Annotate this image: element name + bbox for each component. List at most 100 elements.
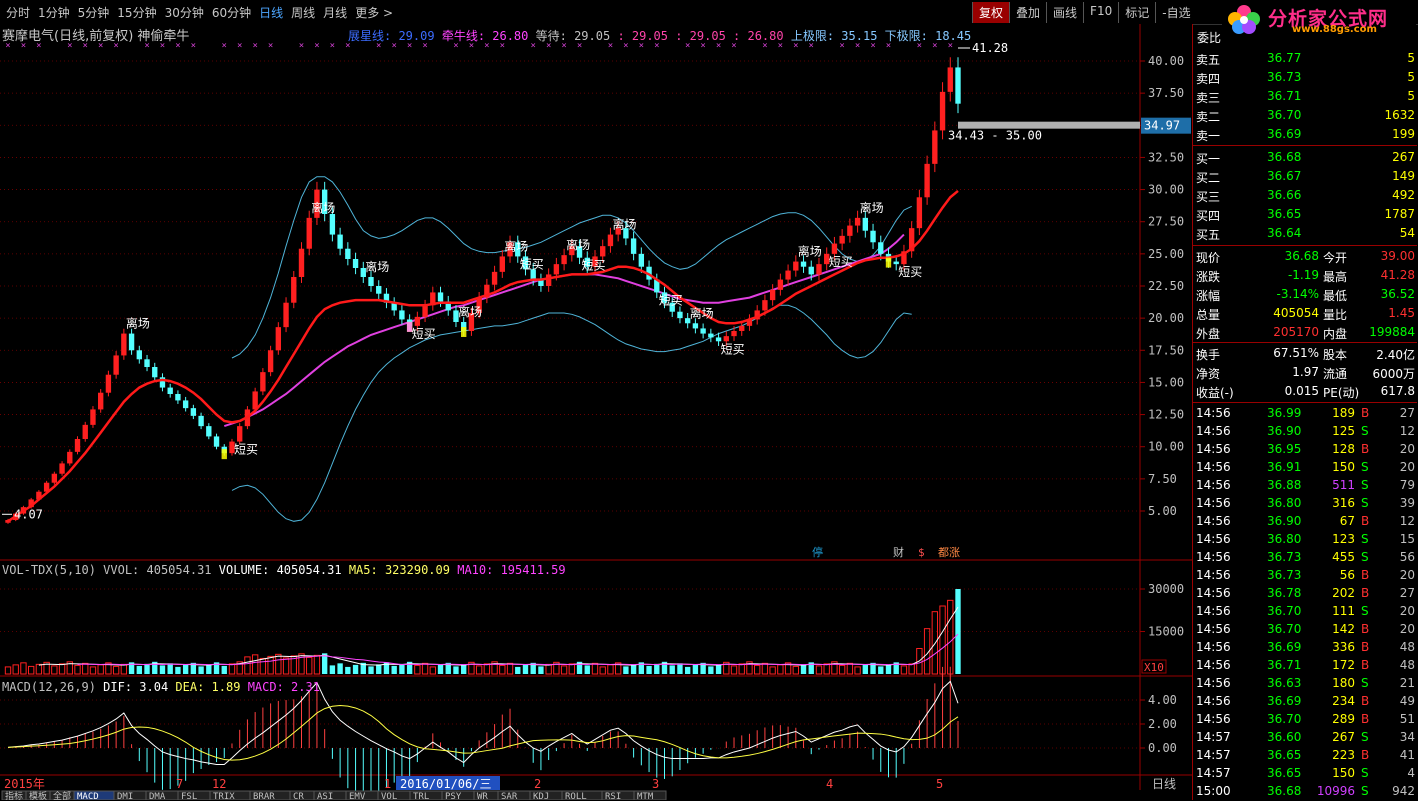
candle-body [267, 350, 274, 373]
price-tick-label: 7.50 [1148, 472, 1177, 486]
tool-5[interactable]: -自选 [1155, 2, 1196, 23]
quote-header: 委比 [1197, 31, 1222, 45]
fund-label-2: 流通 [1323, 367, 1348, 381]
tab-5[interactable]: 60分钟 [208, 4, 255, 21]
bottom-tab-18[interactable]: ROLL [565, 792, 587, 800]
annotation-7: 短买 [520, 257, 544, 271]
bottom-tab-13[interactable]: TRL [413, 792, 429, 800]
top-marker: × [299, 41, 304, 51]
top-marker: × [237, 41, 242, 51]
tool-1[interactable]: 叠加 [1009, 2, 1046, 23]
volume-header: VOL-TDX(5,10) VVOL: 405054.31 VOLUME: 40… [2, 563, 566, 577]
candle-body [600, 246, 606, 257]
tick-price: 36.71 [1267, 658, 1302, 672]
tick-row-6: 14:56 36.90 67 B 12 [1193, 513, 1417, 531]
fund-value-2: 6000万 [1372, 367, 1415, 381]
tick-count: 34 [1399, 730, 1415, 744]
tick-vol: 172 [1332, 658, 1355, 672]
tool-2[interactable]: 画线 [1046, 2, 1083, 23]
tab-1[interactable]: 1分钟 [34, 4, 74, 21]
tick-row-11: 14:56 36.70 111 S 20 [1193, 603, 1417, 621]
price-tick-label: 40.00 [1148, 54, 1184, 68]
bottom-tab-2[interactable]: 全部 [53, 790, 71, 800]
ask-price: 36.77 [1267, 51, 1302, 65]
bottom-tab-20[interactable]: MTM [637, 792, 654, 800]
tab-6[interactable]: 日线 [255, 4, 287, 21]
ask-row-1: 卖四 36.73 5 [1193, 69, 1417, 87]
tool-4[interactable]: 标记 [1118, 2, 1155, 23]
macd-dif: DIF: 3.04 [103, 680, 169, 694]
bottom-tab-12[interactable]: VOL [381, 792, 397, 800]
tab-0[interactable]: 分时 [2, 4, 34, 21]
tick-vol: 202 [1332, 586, 1355, 600]
tick-count: 27 [1399, 406, 1415, 420]
bottom-tab-6[interactable]: FSL [181, 792, 197, 800]
candle-body [808, 266, 814, 275]
bottom-tab-11[interactable]: EMV [349, 792, 366, 800]
bid-vol: 492 [1392, 188, 1415, 202]
candle-body [939, 91, 946, 131]
bottom-tab-17[interactable]: KDJ [533, 792, 549, 800]
tick-count: 942 [1392, 784, 1415, 798]
vol-vvol: VVOL: 405054.31 [103, 563, 212, 577]
top-marker: × [330, 41, 335, 51]
tick-count: 48 [1399, 640, 1415, 654]
bottom-tab-1[interactable]: 模板 [29, 790, 47, 800]
price-tick-label: 27.50 [1148, 215, 1184, 229]
bottom-tab-4[interactable]: DMI [117, 792, 133, 800]
ask-vol: 5 [1407, 70, 1415, 84]
tick-time: 14:56 [1196, 694, 1231, 708]
bottom-tab-15[interactable]: WR [477, 792, 488, 800]
tab-3[interactable]: 15分钟 [113, 4, 160, 21]
tab-7[interactable]: 周线 [287, 4, 319, 21]
tick-time: 14:56 [1196, 658, 1231, 672]
bottom-tab-0[interactable]: 指标 [5, 790, 23, 800]
ask-label: 卖二 [1196, 110, 1221, 124]
tab-2[interactable]: 5分钟 [74, 4, 114, 21]
annotation-14: 离场 [798, 244, 822, 259]
candle-body [67, 451, 73, 464]
annotation-0: 离场 [126, 316, 150, 331]
tick-row-21: 15:00 36.68 10996 S 942 [1193, 783, 1417, 801]
tool-0[interactable]: 复权 [972, 2, 1010, 23]
vol-bar [376, 664, 382, 674]
tick-time: 14:56 [1196, 622, 1231, 636]
candle-body [190, 408, 197, 416]
bottom-tab-7[interactable]: TRIX [213, 792, 235, 800]
stat-label: 现价 [1196, 251, 1221, 265]
tab-9[interactable]: 更多 > [351, 4, 397, 21]
candle-body [337, 234, 343, 249]
tab-8[interactable]: 月线 [319, 4, 351, 21]
quote-panel: 委比 卖五 36.77 5 卖四 36.73 5 卖三 36.71 5 卖二 36.70 1632 卖一 3… [1192, 24, 1418, 800]
candle-body [51, 473, 58, 483]
bid-row-4: 买五 36.64 54 [1193, 225, 1417, 243]
bottom-tab-10[interactable]: ASI [317, 792, 333, 800]
vol-bar [144, 663, 150, 674]
vol-bar [167, 663, 173, 674]
top-marker: × [268, 41, 273, 51]
bottom-tab-16[interactable]: SAR [501, 792, 518, 800]
tick-row-5: 14:56 36.80 316 S 39 [1193, 495, 1417, 513]
separator [1193, 145, 1417, 146]
bottom-tab-5[interactable]: DMA [149, 792, 166, 800]
tick-dir: B [1361, 568, 1370, 582]
tick-time: 14:56 [1196, 424, 1231, 438]
tick-row-20: 14:57 36.65 150 S 4 [1193, 765, 1417, 783]
bottom-tab-14[interactable]: PSY [445, 792, 462, 800]
bottom-tab-8[interactable]: BRAR [253, 792, 275, 800]
tool-3[interactable]: F10 [1083, 2, 1118, 23]
vol-bar [345, 666, 351, 674]
bottom-tab-3[interactable]: MACD [77, 792, 99, 800]
tick-price: 36.73 [1267, 568, 1302, 582]
bottom-tab-19[interactable]: RSI [605, 792, 621, 800]
annotation-16: 离场 [860, 200, 884, 215]
candle-body [345, 248, 351, 259]
vol-bar [878, 666, 884, 674]
vol-bar [654, 663, 660, 674]
tab-4[interactable]: 30分钟 [161, 4, 208, 21]
stat-label: 总量 [1196, 308, 1221, 322]
bottom-tab-9[interactable]: CR [293, 792, 304, 800]
vol-bar [368, 666, 374, 674]
candle-body [708, 333, 714, 338]
tick-row-1: 14:56 36.90 125 S 12 [1193, 423, 1417, 441]
